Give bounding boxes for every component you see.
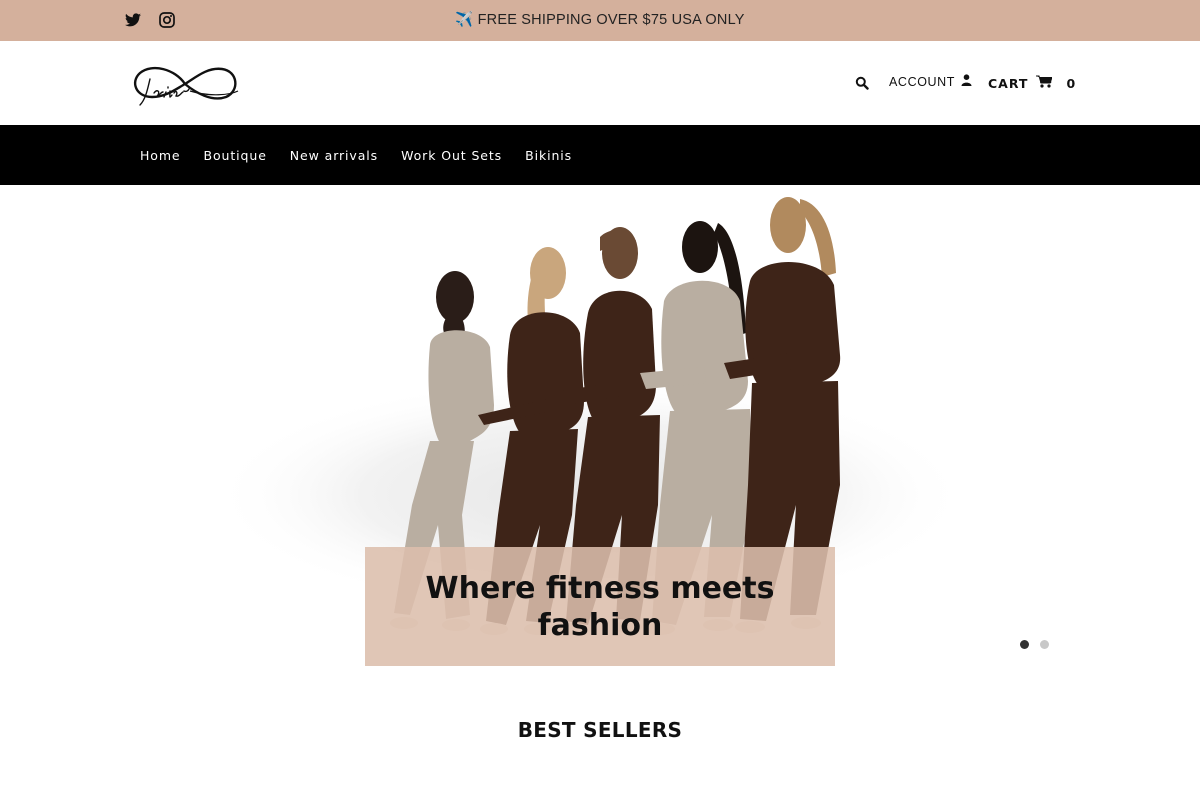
cart-link[interactable]: CART 0: [988, 75, 1076, 91]
hero-slideshow[interactable]: Where fitness meets fashion: [0, 185, 1200, 667]
user-icon: [961, 74, 972, 89]
search-icon[interactable]: [855, 75, 869, 90]
nav-list: Home Boutique New arrivals Work Out Sets…: [140, 125, 595, 185]
slideshow-dots: [1020, 640, 1049, 649]
account-label: ACCOUNT: [889, 74, 956, 89]
nav-item-boutique[interactable]: Boutique: [204, 148, 267, 163]
announcement-bar: ✈️ FREE SHIPPING OVER $75 USA ONLY: [0, 0, 1200, 41]
main-nav: Home Boutique New arrivals Work Out Sets…: [0, 125, 1200, 185]
hero-caption-text: Where fitness meets fashion: [425, 570, 775, 643]
announcement-text[interactable]: ✈️ FREE SHIPPING OVER $75 USA ONLY: [0, 0, 1200, 41]
brand-logo[interactable]: [130, 57, 242, 111]
cart-count: 0: [1066, 75, 1077, 91]
cart-icon: [1036, 75, 1054, 91]
cart-label: CART: [988, 75, 1029, 91]
hero-caption: Where fitness meets fashion: [365, 547, 835, 666]
best-sellers-heading: BEST SELLERS: [517, 718, 683, 742]
nav-item-new-arrivals[interactable]: New arrivals: [290, 148, 378, 163]
nav-item-work-out-sets[interactable]: Work Out Sets: [401, 148, 502, 163]
site-header: ACCOUNT CART 0: [0, 41, 1200, 125]
slide-dot-1[interactable]: [1020, 640, 1029, 649]
nav-item-home[interactable]: Home: [140, 148, 181, 163]
account-link[interactable]: ACCOUNT: [889, 74, 972, 89]
airplane-icon: ✈️: [455, 12, 474, 28]
nav-item-bikinis[interactable]: Bikinis: [525, 148, 572, 163]
slide-dot-2[interactable]: [1040, 640, 1049, 649]
announcement-label: FREE SHIPPING OVER $75 USA ONLY: [477, 12, 745, 28]
